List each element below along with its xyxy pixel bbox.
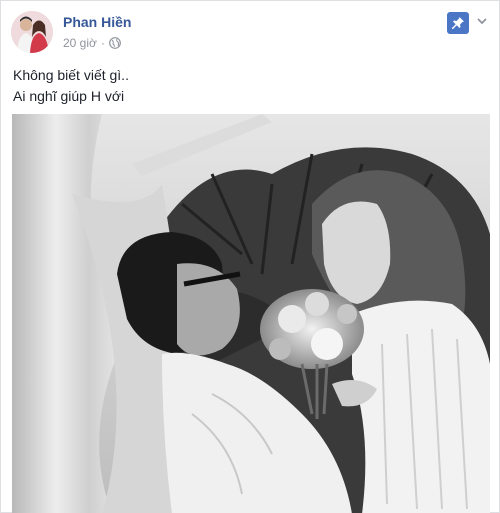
author-name-link[interactable]: Phan Hiền: [63, 14, 131, 30]
post-meta: 20 giờ ·: [63, 36, 121, 50]
post-photo[interactable]: [12, 114, 490, 513]
timestamp-link[interactable]: 20 giờ: [63, 36, 97, 50]
meta-separator: ·: [100, 36, 105, 50]
post-text-line: Ai nghĩ giúp H với: [13, 88, 125, 104]
post-header: Phan Hiền 20 giờ ·: [11, 9, 489, 55]
post-text-line: Không biết viết gì..: [13, 67, 129, 83]
facebook-post: Phan Hiền 20 giờ · Không biết viết gì.. …: [0, 0, 500, 513]
chevron-down-icon[interactable]: [475, 14, 489, 28]
pin-icon: [452, 17, 464, 29]
post-text: Không biết viết gì.. Ai nghĩ giúp H với: [13, 65, 129, 107]
globe-icon[interactable]: [108, 37, 121, 49]
pin-button[interactable]: [447, 12, 469, 34]
avatar[interactable]: [11, 11, 53, 53]
